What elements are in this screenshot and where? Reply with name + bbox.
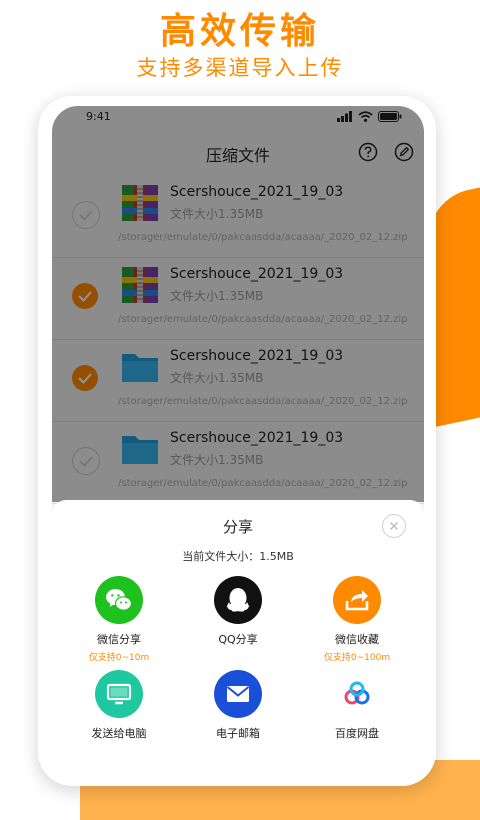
share-sheet-title: 分享 [222,518,253,536]
send-to-computer-button[interactable]: 发送给电脑 [64,670,174,741]
share-limit-note: 仅支持0~10m [88,653,150,663]
phone-screen: 9:41 压缩文件 Scershouce_2021_19_03 文件大小1.35… [52,106,424,770]
share-label: 微信分享 [97,633,141,646]
share-wechat-button[interactable]: 微信分享 仅支持0~10m [64,576,174,663]
dim-overlay[interactable] [52,106,424,502]
current-file-size: 当前文件大小：1.5MB [182,550,294,563]
monitor-icon [95,670,143,718]
email-button[interactable]: 电子邮箱 [183,670,293,741]
share-label: 发送给电脑 [91,727,147,740]
share-box-icon [333,576,381,624]
share-label: 百度网盘 [335,727,379,740]
baidu-netdisk-icon [333,670,381,718]
close-button[interactable] [382,514,406,538]
qq-penguin-icon [214,576,262,624]
share-label: QQ分享 [218,633,258,646]
share-wechat-favorite-button[interactable]: 微信收藏 仅支持0~100m [302,576,412,663]
share-limit-note: 仅支持0~100m [323,653,391,663]
wechat-icon [95,576,143,624]
close-icon [389,521,399,531]
share-label: 微信收藏 [335,633,379,646]
share-qq-button[interactable]: QQ分享 [183,576,293,650]
share-sheet: 分享 当前文件大小：1.5MB 微信分享 仅支持0~10m QQ分享 微信收藏 … [52,500,424,770]
mail-icon [214,670,262,718]
promo-title: 高效传输 [159,11,320,52]
share-label: 电子邮箱 [216,727,260,740]
promo-subtitle: 支持多渠道导入上传 [136,56,344,80]
baidu-netdisk-button[interactable]: 百度网盘 [302,670,412,741]
